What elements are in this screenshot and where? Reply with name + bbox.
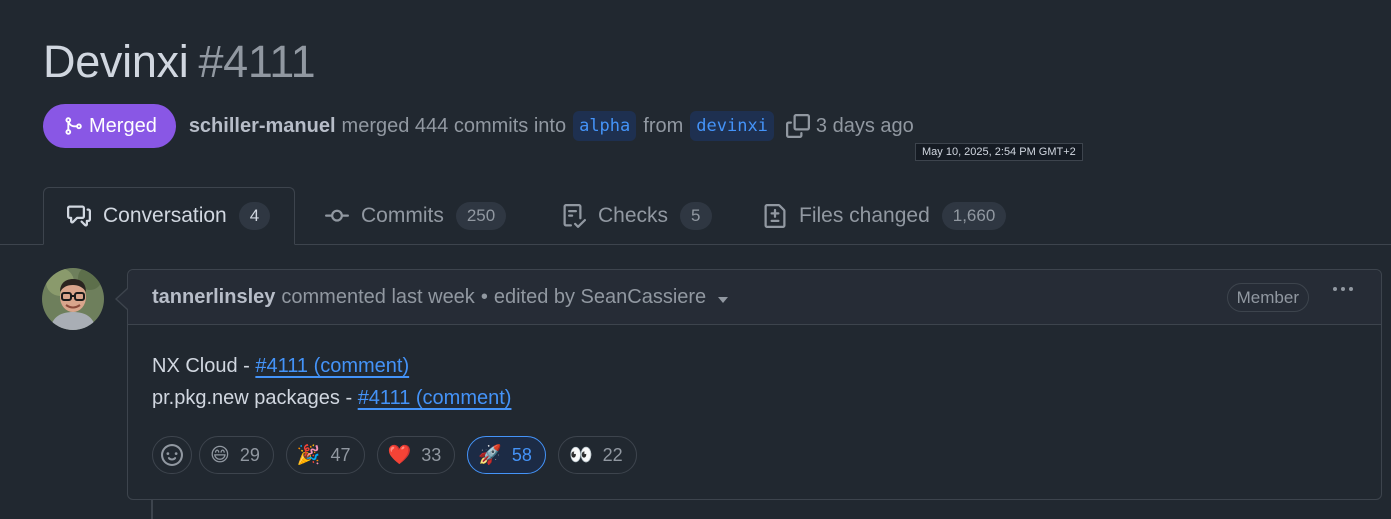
reaction-heart-button[interactable]: ❤️ 33 <box>376 436 456 474</box>
smile-emoji-icon: 😄 <box>210 444 230 466</box>
git-merge-icon <box>63 115 83 137</box>
pr-meta: Merged schiller-manuel merged 444 commit… <box>43 104 914 148</box>
base-branch-link[interactable]: alpha <box>573 111 637 141</box>
tab-checks[interactable]: Checks 5 <box>562 187 712 245</box>
rocket-emoji-icon: 🚀 <box>478 444 502 466</box>
tab-files-changed[interactable]: Files changed 1,660 <box>763 187 1007 245</box>
tab-checks-count: 5 <box>680 202 712 230</box>
comment-header: tannerlinsley commented last week • edit… <box>128 270 1381 325</box>
tab-files-changed-count: 1,660 <box>941 202 1007 230</box>
tab-checks-label: Checks <box>598 204 669 227</box>
pr-author-link[interactable]: schiller-manuel <box>189 115 336 138</box>
reactions-bar: 😄 29 🎉 47 ❤️ 33 🚀 58 👀 22 <box>152 436 637 474</box>
comment-box: tannerlinsley commented last week • edit… <box>127 269 1382 500</box>
reaction-rocket-button[interactable]: 🚀 58 <box>467 436 546 474</box>
separator-dot: • <box>480 285 488 308</box>
add-reaction-button[interactable] <box>152 436 192 474</box>
head-branch-link[interactable]: devinxi <box>690 111 774 141</box>
reaction-count: 22 <box>602 444 623 465</box>
smiley-icon <box>161 444 183 466</box>
reaction-eyes-button[interactable]: 👀 22 <box>557 436 637 474</box>
reaction-count: 33 <box>421 444 442 465</box>
edited-by-label: edited by SeanCassiere <box>493 285 707 308</box>
timeline-line <box>151 499 153 519</box>
kebab-horizontal-icon[interactable] <box>1333 287 1353 291</box>
reaction-smile-button[interactable]: 😄 29 <box>199 436 274 474</box>
pr-action-text: merged 444 commits into <box>341 114 567 137</box>
avatar[interactable] <box>42 268 104 330</box>
comment-line-text: pr.pkg.new packages - <box>152 387 358 409</box>
comment-reference-link[interactable]: #4111 (comment) <box>255 355 409 377</box>
comment-meta[interactable]: commented last week <box>281 286 474 309</box>
comment-line: NX Cloud - #4111 (comment) <box>152 350 511 382</box>
from-text: from <box>643 114 684 137</box>
eyes-emoji-icon: 👀 <box>568 444 593 466</box>
commit-icon <box>325 204 349 228</box>
member-role-badge: Member <box>1226 283 1309 312</box>
tab-conversation-label: Conversation <box>103 204 227 227</box>
timestamp-tooltip: May 10, 2025, 2:54 PM GMT+2 <box>915 143 1083 161</box>
tab-conversation-count: 4 <box>238 202 271 230</box>
pr-number: #4111 <box>198 36 316 87</box>
reaction-count: 29 <box>239 444 260 465</box>
edited-by-dropdown[interactable]: edited by SeanCassiere <box>493 285 729 309</box>
reaction-count: 58 <box>511 444 532 465</box>
reaction-count: 47 <box>330 444 351 465</box>
tada-emoji-icon: 🎉 <box>296 444 321 466</box>
tab-commits[interactable]: Commits 250 <box>325 187 507 245</box>
relative-time[interactable]: 3 days ago <box>816 115 914 138</box>
comment-line: pr.pkg.new packages - #4111 (comment) <box>152 382 511 414</box>
tab-files-changed-label: Files changed <box>799 204 930 227</box>
pr-title: Devinxi #4111 <box>43 36 316 88</box>
heart-emoji-icon: ❤️ <box>387 444 412 466</box>
file-diff-icon <box>763 204 787 228</box>
merged-status-badge: Merged <box>43 104 176 148</box>
checklist-icon <box>562 204 586 228</box>
comment-body: NX Cloud - #4111 (comment) pr.pkg.new pa… <box>152 350 511 414</box>
chevron-down-icon <box>718 296 729 303</box>
copy-icon[interactable] <box>785 114 810 138</box>
tab-conversation[interactable]: Conversation 4 <box>43 187 296 245</box>
comment-pointer-fill <box>117 289 128 309</box>
pr-title-text: Devinxi <box>43 36 189 87</box>
tab-commits-label: Commits <box>361 204 444 227</box>
comment-author-link[interactable]: tannerlinsley <box>152 286 275 309</box>
conversation-icon <box>67 204 91 228</box>
comment-reference-link[interactable]: #4111 (comment) <box>358 387 512 409</box>
reaction-tada-button[interactable]: 🎉 47 <box>285 436 365 474</box>
comment-line-text: NX Cloud - <box>152 355 256 377</box>
merged-status-label: Merged <box>89 114 157 137</box>
tab-commits-count: 250 <box>455 202 507 230</box>
